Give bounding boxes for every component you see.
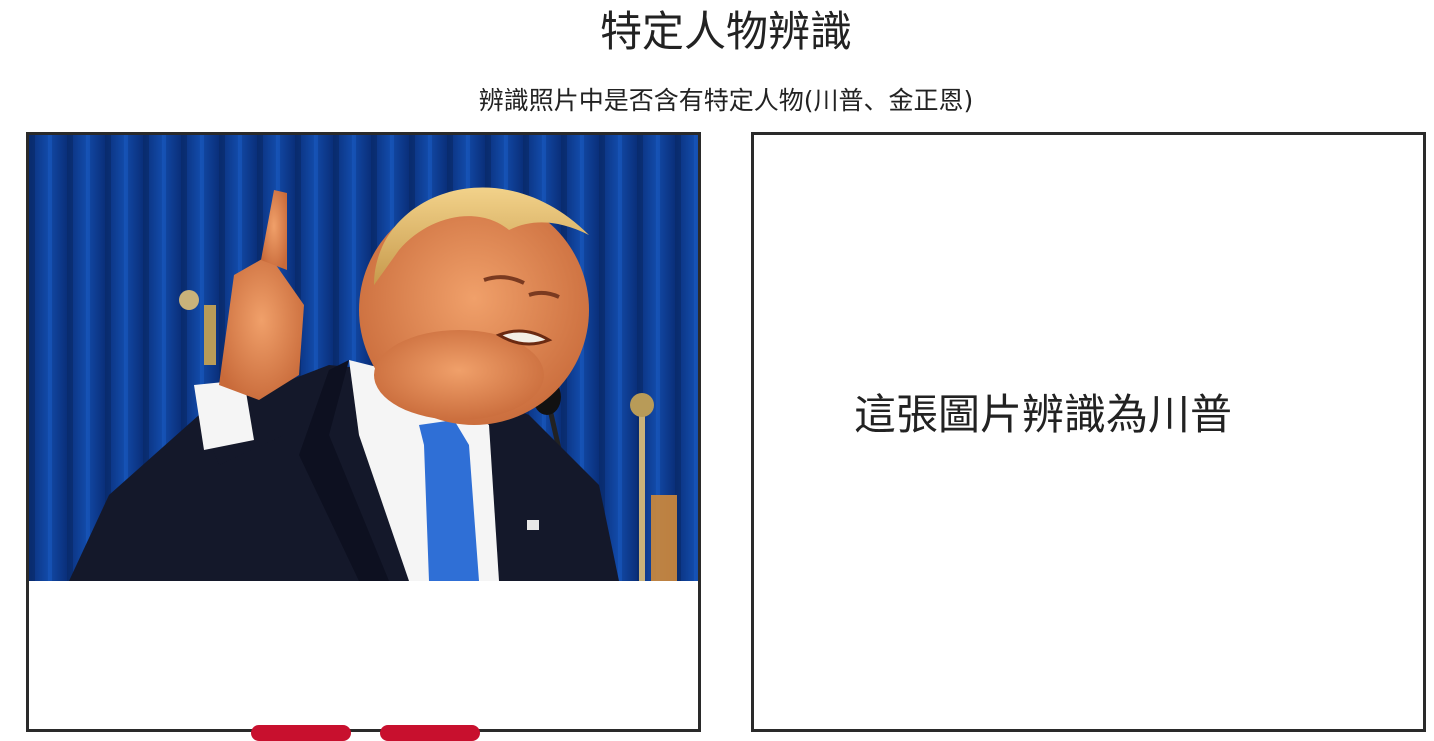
uploaded-photo: [29, 135, 698, 581]
uploaded-image-panel[interactable]: [26, 132, 701, 732]
page-title: 特定人物辨識: [599, 7, 852, 56]
page-subtitle: 辨識照片中是否含有特定人物(川普、金正恩): [478, 86, 974, 115]
action-button-1[interactable]: [251, 725, 351, 741]
recognition-result: 這張圖片辨識為川普: [854, 390, 1233, 439]
result-panel: 這張圖片辨識為川普: [751, 132, 1426, 732]
action-button-2[interactable]: [380, 725, 480, 741]
